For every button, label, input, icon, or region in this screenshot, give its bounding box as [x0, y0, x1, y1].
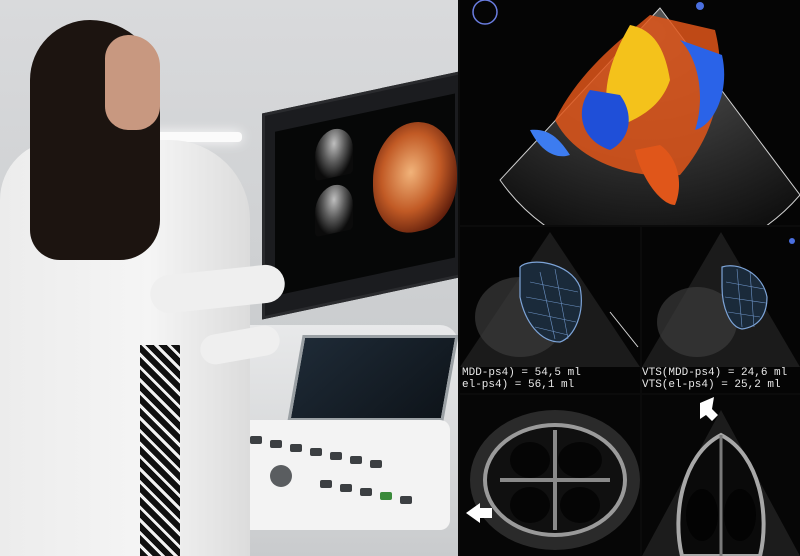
control-key — [360, 488, 372, 496]
monitor-screen — [275, 93, 457, 296]
machine-touchscreen — [287, 335, 458, 421]
control-key — [340, 484, 352, 492]
monitor-echo-image — [315, 181, 353, 238]
trackball — [270, 465, 292, 487]
readout-line: VTS(MDD-ps4) = 24,6 ml — [642, 367, 788, 379]
lv-volume-echo-diastole: MDD-ps4) = 54,5 ml el-ps4) = 56,1 ml — [460, 227, 640, 393]
four-chamber-echo — [460, 395, 640, 556]
readout-line: VTS(el-ps4) = 25,2 ml — [642, 379, 781, 391]
monitor-echo-image — [315, 125, 353, 182]
control-key — [350, 456, 362, 464]
ultrasound-monitor — [262, 70, 458, 320]
control-key — [250, 436, 262, 444]
control-key — [310, 448, 322, 456]
control-key — [320, 480, 332, 488]
arrow-icon — [700, 397, 718, 421]
control-key — [380, 492, 392, 500]
lv-volume-echo-systole: VTS(MDD-ps4) = 24,6 ml VTS(el-ps4) = 25,… — [642, 227, 800, 393]
lv-volume-readout: VTS(MDD-ps4) = 24,6 ml VTS(el-ps4) = 25,… — [642, 367, 787, 391]
control-key — [370, 460, 382, 468]
control-key — [290, 444, 302, 452]
control-key — [330, 452, 342, 460]
readout-line: el-ps4) = 56,1 ml — [462, 379, 575, 391]
arrow-icon — [466, 503, 492, 523]
striped-shirt — [140, 345, 180, 556]
color-doppler-echo — [460, 0, 800, 225]
clinician-photo — [0, 0, 458, 556]
control-key — [270, 440, 282, 448]
readout-line: MDD-ps4) = 54,5 ml — [462, 367, 581, 379]
lv-volume-readout: MDD-ps4) = 54,5 ml el-ps4) = 56,1 ml — [462, 367, 581, 391]
face — [105, 35, 160, 130]
apical-echo — [642, 395, 800, 556]
control-key — [400, 496, 412, 504]
monitor-3d-heart-render — [373, 113, 457, 241]
